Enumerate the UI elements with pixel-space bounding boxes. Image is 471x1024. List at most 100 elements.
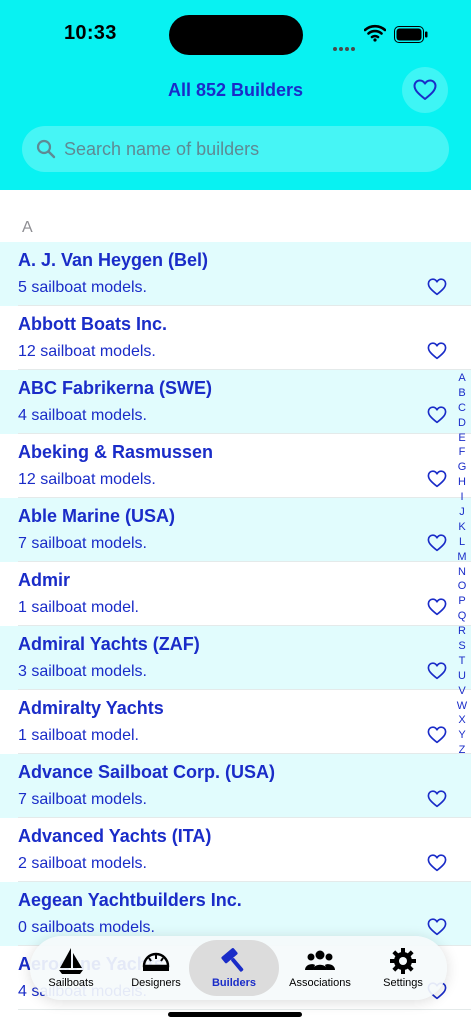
builder-row[interactable]: Advanced Yachts (ITA) 2 sailboat models. [0, 818, 471, 882]
builder-row[interactable]: Admiral Yachts (ZAF) 3 sailboat models. [0, 626, 471, 690]
gear-icon [387, 946, 419, 976]
tab-associations[interactable]: Associations [275, 940, 365, 996]
wifi-icon [364, 24, 386, 42]
builder-model-count: 1 sailboat model. [18, 727, 139, 744]
alphabet-index[interactable]: ABCDEFGHIJKLMNOPQRSTUVWXYZ [452, 371, 471, 758]
cellular-signal-icon [333, 38, 357, 51]
favorite-heart-icon[interactable] [427, 598, 447, 616]
tab-bar: Sailboats Designers Builders Associations Se… [30, 936, 447, 1000]
builder-row[interactable]: Abeking & Rasmussen 12 sailboat models. [0, 434, 471, 498]
favorite-heart-icon[interactable] [427, 534, 447, 552]
home-indicator [168, 1012, 302, 1017]
builder-name: Abbott Boats Inc. [18, 314, 167, 334]
index-letter[interactable]: G [452, 460, 471, 475]
index-letter[interactable]: X [452, 713, 471, 728]
builder-row[interactable]: ABC Fabrikerna (SWE) 4 sailboat models. [0, 370, 471, 434]
tab-label: Builders [211, 977, 256, 989]
favorite-heart-icon[interactable] [427, 662, 447, 680]
favorite-heart-icon[interactable] [427, 790, 447, 808]
index-letter[interactable]: R [452, 624, 471, 639]
builder-model-count: 3 sailboat models. [18, 663, 147, 680]
favorite-heart-icon[interactable] [427, 918, 447, 936]
index-letter[interactable]: Y [452, 728, 471, 743]
dynamic-island [169, 15, 303, 55]
index-letter[interactable]: P [452, 594, 471, 609]
index-letter[interactable]: W [452, 699, 471, 714]
index-letter[interactable]: J [452, 505, 471, 520]
builder-name: Admiral Yachts (ZAF) [18, 634, 200, 654]
builder-row[interactable]: A. J. Van Heygen (Bel) 5 sailboat models. [0, 242, 471, 306]
builder-model-count: 7 sailboat models. [18, 535, 147, 552]
index-letter[interactable]: Z [452, 743, 471, 758]
builder-name: ABC Fabrikerna (SWE) [18, 378, 213, 398]
builder-model-count: 2 sailboat models. [18, 855, 147, 872]
index-letter[interactable]: S [452, 639, 471, 654]
index-letter[interactable]: E [452, 431, 471, 446]
status-bar: 10:33 [0, 0, 471, 70]
index-letter[interactable]: N [452, 565, 471, 580]
builder-name: Abeking & Rasmussen [18, 442, 214, 462]
index-letter[interactable]: V [452, 684, 471, 699]
builder-name: Advance Sailboat Corp. (USA) [18, 762, 276, 782]
builder-model-count: 5 sailboat models. [18, 279, 147, 296]
builder-row[interactable]: Admiralty Yachts 1 sailboat model. [0, 690, 471, 754]
hammer-icon [218, 946, 250, 976]
favorite-heart-icon[interactable] [427, 406, 447, 424]
tab-settings[interactable]: Settings [358, 940, 448, 996]
builder-name: A. J. Van Heygen (Bel) [18, 250, 209, 270]
tab-label: Designers [131, 977, 181, 989]
favorite-heart-icon[interactable] [427, 726, 447, 744]
builder-list: A. J. Van Heygen (Bel) 5 sailboat models.… [0, 242, 471, 1010]
drafting-tool-icon [140, 946, 172, 976]
builder-row[interactable]: Abbott Boats Inc. 12 sailboat models. [0, 306, 471, 370]
section-header: A [22, 219, 33, 236]
favorite-heart-icon[interactable] [427, 278, 447, 296]
builder-name: Able Marine (USA) [18, 506, 176, 526]
index-letter[interactable]: K [452, 520, 471, 535]
builder-model-count: 1 sailboat model. [18, 599, 139, 616]
search-icon [36, 139, 56, 159]
index-letter[interactable]: H [452, 475, 471, 490]
builder-name: Aegean Yachtbuilders Inc. [18, 890, 242, 910]
builder-model-count: 7 sailboat models. [18, 791, 147, 808]
people-group-icon [304, 946, 336, 976]
index-letter[interactable]: U [452, 669, 471, 684]
page-title: All 852 Builders [167, 80, 304, 100]
builder-model-count: 0 sailboats models. [18, 919, 155, 936]
status-time: 10:33 [64, 22, 117, 44]
index-letter[interactable]: C [452, 401, 471, 416]
builder-model-count: 4 sailboat models. [18, 407, 147, 424]
index-letter[interactable]: B [452, 386, 471, 401]
index-letter[interactable]: L [452, 535, 471, 550]
heart-outline-icon [413, 79, 437, 100]
index-letter[interactable]: Q [452, 609, 471, 624]
search-input[interactable] [64, 126, 434, 172]
sailboat-icon [55, 946, 87, 976]
builder-name: Advanced Yachts (ITA) [18, 826, 212, 846]
builder-name: Admir [18, 570, 71, 590]
tab-label: Sailboats [48, 977, 94, 989]
builder-model-count: 12 sailboat models. [18, 343, 156, 360]
index-letter[interactable]: D [452, 416, 471, 431]
builder-row[interactable]: Able Marine (USA) 7 sailboat models. [0, 498, 471, 562]
tab-builders[interactable]: Builders [189, 940, 279, 996]
builder-model-count: 12 sailboat models. [18, 471, 156, 488]
builder-row[interactable]: Advance Sailboat Corp. (USA) 7 sailboat m… [0, 754, 471, 818]
builder-row[interactable]: Admir 1 sailboat model. [0, 562, 471, 626]
builder-name: Admiralty Yachts [18, 698, 164, 718]
tab-label: Settings [383, 977, 423, 989]
tab-sailboats[interactable]: Sailboats [26, 940, 116, 996]
index-letter[interactable]: I [452, 490, 471, 505]
index-letter[interactable]: O [452, 579, 471, 594]
favorites-filter-button[interactable] [402, 67, 448, 113]
favorite-heart-icon[interactable] [427, 470, 447, 488]
tab-label: Associations [289, 977, 351, 989]
index-letter[interactable]: A [452, 371, 471, 386]
favorite-heart-icon[interactable] [427, 342, 447, 360]
index-letter[interactable]: M [452, 550, 471, 565]
tab-designers[interactable]: Designers [111, 940, 201, 996]
search-bar[interactable] [22, 126, 449, 172]
index-letter[interactable]: F [452, 445, 471, 460]
favorite-heart-icon[interactable] [427, 854, 447, 872]
index-letter[interactable]: T [452, 654, 471, 669]
